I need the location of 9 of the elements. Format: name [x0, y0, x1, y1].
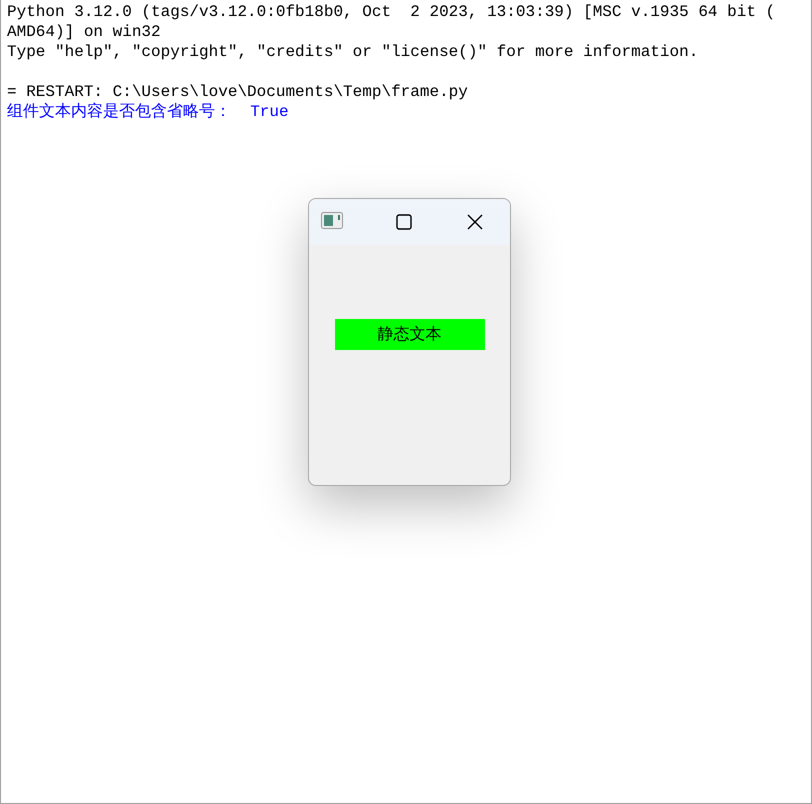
console-line: = RESTART: C:\Users\love\Documents\Temp\frame.py — [7, 82, 469, 102]
close-button[interactable] — [467, 214, 483, 230]
console-line: Type "help", "copyright", "credits" or "license()" for more information. — [7, 42, 700, 62]
app-icon — [321, 212, 343, 230]
output-line: 组件文本内容是否包含省略号： True — [7, 102, 290, 122]
console-line: AMD64)] on win32 — [7, 22, 162, 42]
static-text-label: 静态文本 — [334, 319, 484, 350]
maximize-button[interactable] — [396, 214, 412, 230]
console-line: Python 3.12.0 (tags/v3.12.0:0fb18b0, Oct 2 2023, 13:03:39) [MSC v.1935 64 bit ( — [7, 2, 776, 22]
